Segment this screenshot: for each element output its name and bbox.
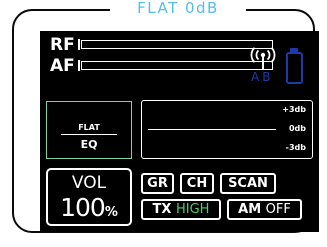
af-label: AF: [50, 56, 75, 76]
volume-value: 100%: [48, 194, 130, 227]
ch-button[interactable]: CH: [180, 173, 214, 194]
diversity-a-label: A: [251, 70, 260, 84]
rf-meter-tick: [78, 39, 80, 50]
rf-meter-bar: [81, 40, 273, 49]
battery-icon: [286, 52, 303, 84]
antenna-signal-icon: [250, 47, 276, 70]
am-button[interactable]: AM OFF: [227, 199, 302, 220]
volume-label: VOL: [71, 173, 107, 193]
af-meter-bar: [81, 61, 273, 70]
diversity-b-label: B: [262, 70, 271, 84]
am-label: AM: [238, 202, 262, 217]
rf-label: RF: [50, 35, 75, 55]
volume-unit: %: [104, 205, 118, 220]
eq-panel[interactable]: FLAT EQ: [46, 101, 132, 159]
frame-title: FLAT 0dB: [110, 0, 246, 16]
scan-button[interactable]: SCAN: [220, 173, 276, 194]
eq-mode: FLAT: [78, 123, 100, 132]
tx-power-button[interactable]: TX HIGH: [141, 199, 221, 220]
gr-button[interactable]: GR: [141, 173, 174, 194]
eq-divider: [61, 134, 117, 135]
volume-panel[interactable]: VOL 100%: [46, 168, 132, 226]
volume-number: 100: [60, 193, 106, 222]
tx-label: TX: [152, 202, 172, 217]
device-frame: FLAT 0dB RF AF AB FLAT EQ +3db 0db -3db …: [12, 0, 319, 233]
af-meter-tick: [78, 60, 80, 71]
gain-curve: [148, 129, 276, 130]
lcd-screen: RF AF AB FLAT EQ +3db 0db -3db VOL 100% …: [40, 31, 319, 232]
gain-label-minus3: -3db: [285, 143, 306, 152]
eq-label: EQ: [80, 138, 98, 151]
eq-gain-graph: +3db 0db -3db: [141, 100, 313, 159]
diversity-indicator: AB: [251, 71, 270, 83]
tx-value: HIGH: [175, 202, 210, 217]
gain-label-plus3: +3db: [282, 105, 306, 114]
am-value: OFF: [265, 202, 291, 217]
gain-label-0: 0db: [288, 124, 306, 133]
